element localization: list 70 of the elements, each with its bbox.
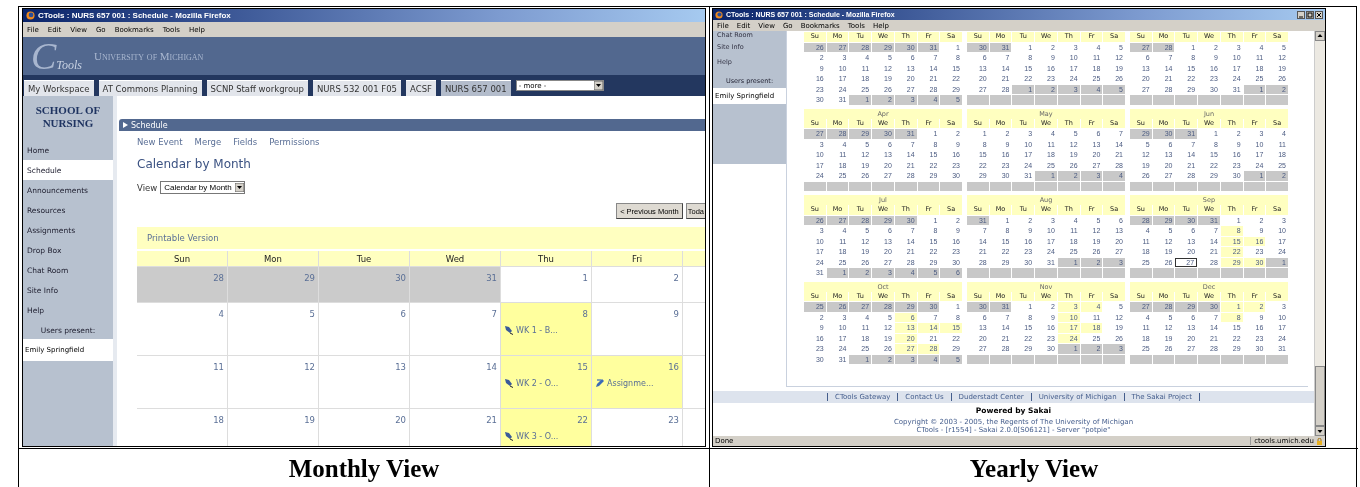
day-number: 19 <box>304 415 315 425</box>
caret-icon <box>593 81 603 90</box>
day-number: 14 <box>486 362 497 372</box>
weekday-header: Fri <box>592 251 682 266</box>
weekday-header: Tue <box>319 251 409 266</box>
pushpin-icon <box>504 325 514 335</box>
action-link[interactable]: Fields <box>233 137 258 147</box>
browser-icon <box>26 11 35 20</box>
minimize-icon[interactable] <box>1297 10 1305 19</box>
printable-link[interactable]: Printable Version <box>147 233 219 243</box>
weekday-header: Wed <box>410 251 500 266</box>
day-number: 21 <box>486 415 497 425</box>
day-number: 30 <box>395 273 406 283</box>
action-link[interactable]: Permissions <box>269 137 320 147</box>
day-number: 2 <box>673 273 679 283</box>
ctools-logo: CTools <box>31 34 82 78</box>
day-number: 1 <box>582 273 588 283</box>
day-number: 11 <box>213 362 224 372</box>
pencil-icon <box>595 378 605 388</box>
action-link[interactable]: New Event <box>137 137 183 147</box>
triangle-icon <box>123 122 128 128</box>
caret-icon <box>234 183 244 192</box>
university-name: University of Michigan <box>93 50 204 62</box>
day-number: 15 <box>577 362 588 372</box>
day-number: 9 <box>673 309 679 319</box>
site-tab[interactable]: My Workspace <box>24 80 94 96</box>
maximize-icon[interactable] <box>1306 10 1314 19</box>
site-tab[interactable]: ACSF <box>406 80 436 96</box>
pushpin-icon <box>504 378 514 388</box>
day-number: 6 <box>400 309 406 319</box>
day-number: 8 <box>582 309 588 319</box>
calendar-event[interactable]: WK 1 - B... <box>504 325 558 335</box>
pushpin-icon <box>504 431 514 441</box>
day-number: 28 <box>213 273 224 283</box>
day-number: 22 <box>577 415 588 425</box>
tool-title: Schedule <box>131 120 168 130</box>
weekday-header: Mon <box>228 251 318 266</box>
day-number: 20 <box>395 415 406 425</box>
scroll-up-icon[interactable] <box>1315 31 1325 41</box>
lock-icon <box>1316 437 1323 445</box>
browser-icon <box>715 10 723 19</box>
view-dropdown[interactable]: Calendar by Month <box>160 181 245 194</box>
day-number: 4 <box>218 309 224 319</box>
action-link[interactable]: Merge <box>194 137 222 147</box>
day-number: 12 <box>304 362 315 372</box>
calendar-event[interactable]: WK 2 - O... <box>504 378 559 388</box>
day-number: 29 <box>304 273 315 283</box>
site-tab[interactable]: NURS 532 001 F05 <box>312 80 402 96</box>
day-number: 23 <box>668 415 679 425</box>
site-tab[interactable]: SCNP Staff workgroup <box>206 80 308 96</box>
calendar-event[interactable]: WK 3 - O... <box>504 431 559 441</box>
scroll-down-icon[interactable] <box>1315 426 1325 436</box>
weekday-header: Sun <box>137 251 227 266</box>
weekday-header: Thu <box>501 251 591 266</box>
scrollbar-thumb[interactable] <box>1315 366 1325 426</box>
calendar-event[interactable]: Assignme... <box>595 378 654 388</box>
site-tab[interactable]: AT Commons Planning <box>98 80 202 96</box>
close-icon[interactable] <box>1315 10 1323 19</box>
day-number: 31 <box>486 273 497 283</box>
day-number: 5 <box>309 309 315 319</box>
day-number: 18 <box>213 415 224 425</box>
view-label: View <box>137 182 158 193</box>
window-title: CTools : NURS 657 001 : Schedule - Mozilla Firefox <box>38 11 231 20</box>
site-tab[interactable]: NURS 657 001 <box>440 80 511 96</box>
day-number: 16 <box>668 362 679 372</box>
caption: Yearly View <box>969 454 1099 483</box>
day-number: 7 <box>491 309 497 319</box>
day-number: 13 <box>395 362 406 372</box>
page-title: Calendar by Month <box>137 157 252 171</box>
caption: Monthly View <box>288 454 440 483</box>
